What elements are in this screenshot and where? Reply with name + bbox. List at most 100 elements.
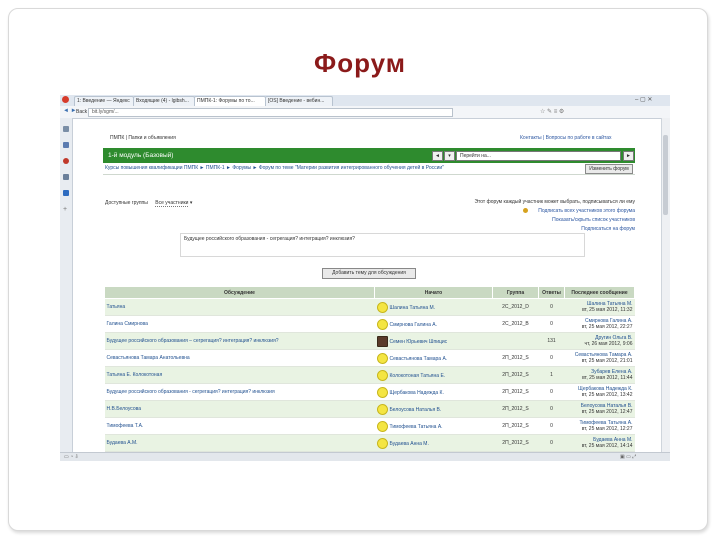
subscribe-all-link[interactable]: Подписать всех участников этого форума: [538, 208, 635, 214]
topic-link[interactable]: Будущее российского образования - сегрег…: [104, 383, 375, 401]
author-link[interactable]: Колокотоная Татьяна Е.: [390, 372, 446, 378]
prev-button[interactable]: ◄: [432, 151, 443, 161]
user-avatar-icon[interactable]: [376, 420, 388, 432]
last-post[interactable]: Севастьянова Тамара А. вт, 25 мая 2012, 2…: [564, 349, 635, 367]
replies-count[interactable]: 0: [538, 315, 565, 333]
top-right-links[interactable]: Контакты | Вопросы по работе в сайтах: [520, 135, 612, 141]
started-by: Семен Юрьевич Шпицис: [374, 332, 493, 350]
replies-count[interactable]: 0: [538, 434, 565, 452]
user-avatar-icon[interactable]: [376, 301, 388, 313]
bookmarks-icon[interactable]: [63, 126, 69, 132]
last-post-date[interactable]: вт, 25 мая 2012, 14:14: [567, 443, 633, 449]
user-avatar-icon[interactable]: [376, 386, 388, 398]
topic-link[interactable]: Татьяна Е. Колокотоная: [104, 366, 375, 384]
author-link[interactable]: Севастьянова Тамара А.: [390, 355, 448, 361]
header-topic[interactable]: Обсуждение: [104, 286, 375, 299]
last-post-date[interactable]: вт, 25 мая 2012, 13:42: [567, 392, 633, 398]
last-post[interactable]: Смирнова Галина А. вт, 25 мая 2012, 22:27: [564, 315, 635, 333]
window-controls[interactable]: – ▢ ✕: [635, 96, 652, 103]
tab-1[interactable]: 1: Введение — Яндекс: [74, 96, 134, 106]
show-subscribers-link[interactable]: Показать/скрыть список участников: [552, 217, 635, 223]
downloads-icon[interactable]: [63, 190, 69, 196]
last-post-date[interactable]: вт, 25 мая 2012, 21:01: [567, 358, 633, 364]
last-post[interactable]: Белоусова Наталья В. вт, 25 мая 2012, 12:…: [564, 400, 635, 418]
author-link[interactable]: Белоусова Наталья В.: [390, 406, 442, 412]
group-cell: 2П_2012_S: [492, 383, 539, 401]
back-label[interactable]: Back: [76, 109, 87, 115]
last-post[interactable]: Щербакова Надежда К. вт, 25 мая 2012, 13:…: [564, 383, 635, 401]
header-replies[interactable]: Ответы: [538, 286, 565, 299]
add-discussion-button[interactable]: Добавить тему для обсуждения: [322, 268, 416, 279]
jump-icon[interactable]: ▾: [444, 151, 455, 161]
last-post-date[interactable]: вт, 25 мая 2012, 11:32: [567, 307, 632, 313]
edit-forum-button[interactable]: Изменить форум: [585, 164, 633, 174]
notes-icon[interactable]: [63, 174, 69, 180]
user-avatar-icon[interactable]: [376, 352, 388, 364]
group-cell: 2C_2012_B: [492, 315, 539, 333]
breadcrumb[interactable]: Курсы повышения квалификации ПМПК ► ПМПК…: [105, 165, 444, 171]
author-link[interactable]: Будаева Анна М.: [390, 440, 429, 446]
user-avatar-icon[interactable]: [376, 335, 388, 347]
next-button[interactable]: ►: [623, 151, 634, 161]
subscribe-forum-link[interactable]: Подписаться на форум: [581, 226, 635, 232]
replies-count[interactable]: 0: [538, 298, 565, 316]
user-avatar-icon[interactable]: [376, 437, 388, 449]
topic-link[interactable]: Будущее российского образования – сегрег…: [104, 332, 375, 350]
replies-count[interactable]: 0: [538, 417, 565, 435]
last-post[interactable]: Шалина Татьяна М. вт, 25 мая 2012, 11:32: [564, 298, 635, 316]
topic-link[interactable]: Севастьянова Тамара Анатольевна: [104, 349, 375, 367]
topic-link[interactable]: Галина Смирнова: [104, 315, 375, 333]
last-post-date[interactable]: вт, 25 мая 2012, 11:44: [567, 375, 632, 381]
add-panel-icon[interactable]: +: [63, 206, 67, 213]
tab-4[interactable]: [OS] Введение - вебин...: [265, 96, 333, 106]
header-started[interactable]: Начато: [374, 286, 493, 299]
tab-2[interactable]: Входящие (4) - lgibsh...: [133, 96, 195, 106]
status-icons: ▭ ◔ ⇩: [64, 454, 79, 460]
replies-count[interactable]: 131: [538, 332, 565, 350]
author-link[interactable]: Смирнова Галина А.: [390, 321, 438, 327]
zoom-control[interactable]: ▣ ▭ ⤢: [620, 454, 636, 460]
started-by: Будаева Анна М.: [374, 434, 493, 452]
last-post[interactable]: Тимофеева Татьяна А. вт, 25 мая 2012, 12:…: [564, 417, 635, 435]
user-avatar-icon[interactable]: [376, 369, 388, 381]
table-row: Галина Смирнова Смирнова Галина А. 2C_2012…: [104, 315, 635, 333]
topic-link[interactable]: Татьяна: [104, 298, 375, 316]
last-post-date[interactable]: вт, 25 мая 2012, 22:27: [567, 324, 633, 330]
replies-count[interactable]: 0: [538, 349, 565, 367]
started-by: Смирнова Галина А.: [374, 315, 493, 333]
mail-icon[interactable]: [63, 142, 69, 148]
last-post[interactable]: Другин Ольга В. чт, 26 мая 2012, 9:06: [564, 332, 635, 350]
topic-link[interactable]: Будаева А.М.: [104, 434, 375, 452]
user-avatar-icon[interactable]: [376, 318, 388, 330]
tab-3[interactable]: ПМПК-1: Форумы по то...: [194, 96, 266, 106]
author-link[interactable]: Семен Юрьевич Шпицис: [390, 338, 448, 344]
group-cell: [492, 332, 539, 350]
replies-count[interactable]: 0: [538, 383, 565, 401]
author-link[interactable]: Щербакова Надежда К.: [390, 389, 444, 395]
replies-count[interactable]: 0: [538, 400, 565, 418]
topic-link[interactable]: Н.В.Белоусова: [104, 400, 375, 418]
last-post[interactable]: Зубарев Елена А. вт, 25 мая 2012, 11:44: [564, 366, 635, 384]
last-post-date[interactable]: чт, 26 мая 2012, 9:06: [567, 341, 632, 347]
last-post[interactable]: Будаева Анна М. вт, 25 мая 2012, 14:14: [564, 434, 635, 452]
jump-to-select[interactable]: Перейти на...: [456, 151, 621, 161]
header-last-post[interactable]: Последнее сообщение: [564, 286, 635, 299]
topic-link[interactable]: Тимофеева Т.А.: [104, 417, 375, 435]
user-avatar-icon[interactable]: [376, 403, 388, 415]
user-links[interactable]: ПМПК | Папки и объявления: [110, 135, 176, 141]
toolbar-icons[interactable]: ☆ ✎ ≡ ⚙: [540, 108, 564, 115]
replies-count[interactable]: 1: [538, 366, 565, 384]
table-row: Будущее российского образования – сегрег…: [104, 332, 635, 350]
author-link[interactable]: Шалина Татьяна М.: [390, 304, 436, 310]
last-post-date[interactable]: вт, 25 мая 2012, 12:27: [567, 426, 633, 432]
url-field[interactable]: bit.ly/sgm/...: [88, 108, 453, 117]
groups-select[interactable]: Все участники: [155, 200, 189, 207]
author-link[interactable]: Тимофеева Татьяна А.: [390, 423, 443, 429]
started-by: Щербакова Надежда К.: [374, 383, 493, 401]
back-icon[interactable]: ◄ ►: [63, 108, 77, 114]
header-group[interactable]: Группа: [492, 286, 539, 299]
last-post-date[interactable]: вт, 25 мая 2012, 12:47: [567, 409, 633, 415]
chevron-down-icon[interactable]: ▾: [190, 200, 193, 206]
history-icon[interactable]: [63, 158, 69, 164]
scrollbar-thumb[interactable]: [663, 135, 668, 215]
